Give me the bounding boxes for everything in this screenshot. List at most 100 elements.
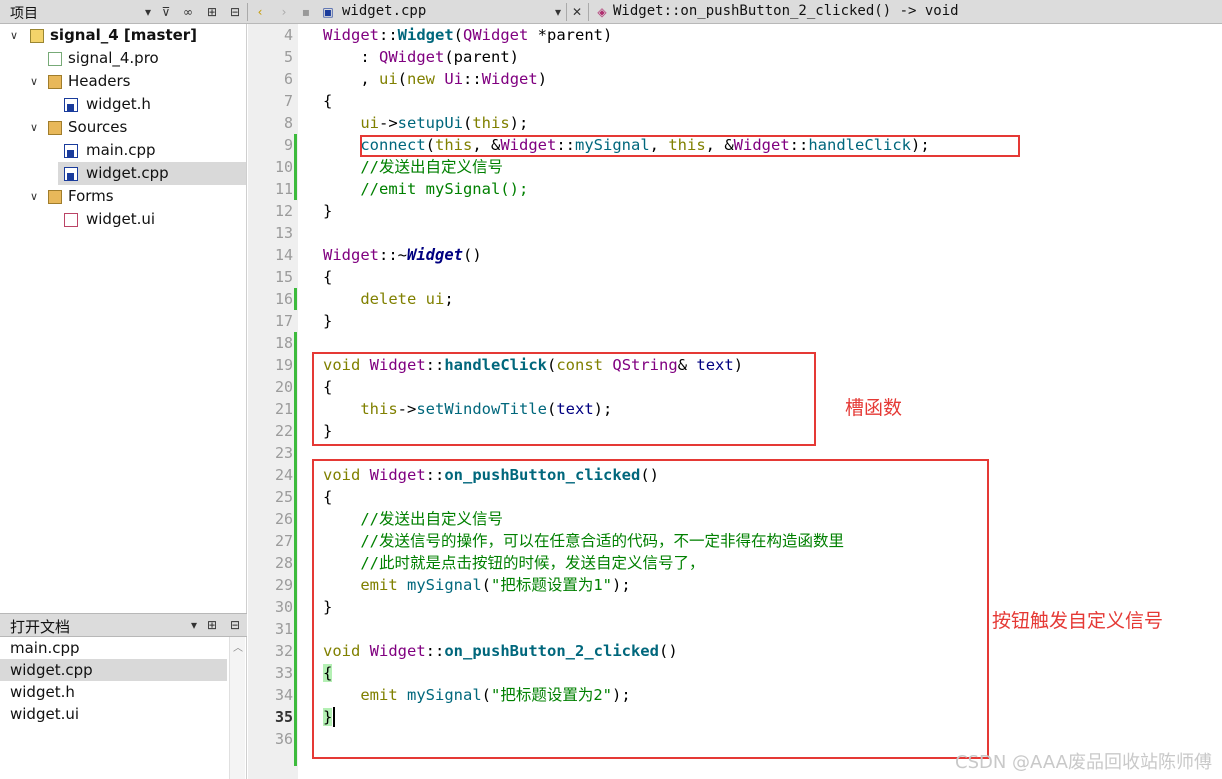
link-icon[interactable]: ∞ xyxy=(180,4,196,20)
slot-annotation: 槽函数 xyxy=(845,397,903,419)
line-number: 9 xyxy=(283,136,293,154)
project-panel-title: 项目 xyxy=(10,6,38,22)
tree-item-label: widget.h xyxy=(86,95,151,113)
function-icon: ◈ xyxy=(597,5,607,19)
open-doc-item[interactable]: widget.h xyxy=(0,681,227,703)
line-number: 32 xyxy=(274,642,293,660)
project-icon xyxy=(30,29,44,43)
tree-item-widget-ui[interactable]: widget.ui xyxy=(0,208,246,231)
slot-highlight-box xyxy=(312,352,816,446)
tree-item-label: widget.ui xyxy=(86,210,156,228)
tree-item-label: widget.cpp xyxy=(86,164,169,182)
chevron-down-icon[interactable]: ▾ xyxy=(140,4,156,20)
tree-item-forms[interactable]: ∨ Forms xyxy=(0,185,246,208)
line-number: 10 xyxy=(274,158,293,176)
line-number: 16 xyxy=(274,290,293,308)
close-icon[interactable]: ✕ xyxy=(569,4,585,20)
line-number: 15 xyxy=(274,268,293,286)
close-panel-icon[interactable]: ⊟ xyxy=(227,4,243,20)
button-signal-highlight-box xyxy=(312,459,989,759)
open-doc-item[interactable]: widget.cpp xyxy=(0,659,227,681)
lock-icon: ▪ xyxy=(301,5,311,19)
line-number: 34 xyxy=(274,686,293,704)
open-documents-header: 打开文档 ▾ ⊞ ⊟ xyxy=(0,613,247,637)
folder-icon xyxy=(48,121,62,135)
line-number: 19 xyxy=(274,356,293,374)
tree-item-widget-cpp[interactable]: widget.cpp xyxy=(58,162,246,185)
connect-highlight-box xyxy=(360,135,1020,157)
tree-item-main-cpp[interactable]: main.cpp xyxy=(0,139,246,162)
form-file-icon xyxy=(64,213,78,227)
tree-item-label: Forms xyxy=(68,187,114,205)
line-number: 7 xyxy=(283,92,293,110)
project-panel-toolbar: 项目 ▾ ⊽ ∞ ⊞ ⊟ xyxy=(0,0,247,24)
tree-item-project[interactable]: ∨ signal_4 [master] xyxy=(0,24,246,47)
chevron-down-icon[interactable]: ∨ xyxy=(30,116,38,139)
code-line-14: Widget::~Widget() xyxy=(323,246,482,264)
change-marker xyxy=(294,332,297,766)
line-number: 25 xyxy=(274,488,293,506)
tree-item-widget-h[interactable]: widget.h xyxy=(0,93,246,116)
chevron-down-icon[interactable]: ∨ xyxy=(30,70,38,93)
cpp-file-icon: ▣ xyxy=(322,5,334,19)
line-number: 20 xyxy=(274,378,293,396)
tree-item-label: signal_4.pro xyxy=(68,49,159,67)
code-line-4: Widget::Widget(QWidget *parent) xyxy=(323,26,613,44)
line-number: 22 xyxy=(274,422,293,440)
line-number: 30 xyxy=(274,598,293,616)
line-number: 8 xyxy=(283,114,293,132)
watermark: CSDN @AAA废品回收站陈师傅 xyxy=(955,752,1212,773)
line-number: 21 xyxy=(274,400,293,418)
tree-item-pro-file[interactable]: signal_4.pro xyxy=(0,47,246,70)
line-number: 28 xyxy=(274,554,293,572)
tree-item-headers[interactable]: ∨ Headers xyxy=(0,70,246,93)
top-toolbar: 项目 ▾ ⊽ ∞ ⊞ ⊟ ‹ › ▪ ▣ widget.cpp ▾ ✕ ◈ Wi… xyxy=(0,0,1222,24)
code-line-6: , ui(new Ui::Widget) xyxy=(323,70,548,88)
source-file-icon xyxy=(64,167,78,181)
line-number: 29 xyxy=(274,576,293,594)
divider xyxy=(588,3,589,21)
line-number: 14 xyxy=(274,246,293,264)
pro-file-icon xyxy=(48,52,62,66)
tree-item-sources[interactable]: ∨ Sources xyxy=(0,116,246,139)
current-file-name[interactable]: widget.cpp xyxy=(342,3,426,19)
open-documents-scrollbar[interactable]: ︿ xyxy=(229,637,245,779)
divider xyxy=(247,3,248,21)
code-comment: //emit mySignal(); xyxy=(360,180,529,198)
line-number: 24 xyxy=(274,466,293,484)
divider xyxy=(566,3,567,21)
code-line-7: { xyxy=(323,92,333,110)
line-number: 4 xyxy=(283,26,293,44)
chevron-down-icon[interactable]: ∨ xyxy=(30,185,38,208)
current-function-name[interactable]: Widget::on_pushButton_2_clicked() -> voi… xyxy=(613,3,959,19)
line-number: 18 xyxy=(274,334,293,352)
tree-item-label: main.cpp xyxy=(86,141,156,159)
close-panel-icon[interactable]: ⊟ xyxy=(227,617,243,633)
split-icon[interactable]: ⊞ xyxy=(204,4,220,20)
folder-icon xyxy=(48,190,62,204)
code-line-10: //发送出自定义信号 xyxy=(323,156,503,178)
open-doc-item[interactable]: widget.ui xyxy=(0,703,227,725)
code-line-17: } xyxy=(323,312,333,330)
chevron-down-icon[interactable]: ▾ xyxy=(186,617,202,633)
chevron-down-icon[interactable]: ∨ xyxy=(10,24,18,47)
code-line-11: //emit mySignal(); xyxy=(323,178,528,200)
split-icon[interactable]: ⊞ xyxy=(204,617,220,633)
file-dropdown-icon[interactable]: ▾ xyxy=(550,4,566,20)
filter-icon[interactable]: ⊽ xyxy=(158,4,174,20)
folder-icon xyxy=(48,75,62,89)
code-line-12: } xyxy=(323,202,333,220)
line-number: 17 xyxy=(274,312,293,330)
code-line-5: : QWidget(parent) xyxy=(323,48,519,66)
line-number: 27 xyxy=(274,532,293,550)
scroll-up-icon[interactable]: ︿ xyxy=(233,639,243,654)
open-doc-item[interactable]: main.cpp xyxy=(0,637,227,659)
open-documents-title: 打开文档 xyxy=(10,618,71,636)
line-number: 35 xyxy=(274,708,293,726)
line-number: 36 xyxy=(274,730,293,748)
header-file-icon xyxy=(64,98,78,112)
forward-arrow-icon[interactable]: › xyxy=(276,4,292,20)
project-tree: ∨ signal_4 [master] signal_4.pro ∨ Heade… xyxy=(0,24,247,613)
code-line-8: ui->setupUi(this); xyxy=(360,114,529,132)
back-arrow-icon[interactable]: ‹ xyxy=(252,4,268,20)
